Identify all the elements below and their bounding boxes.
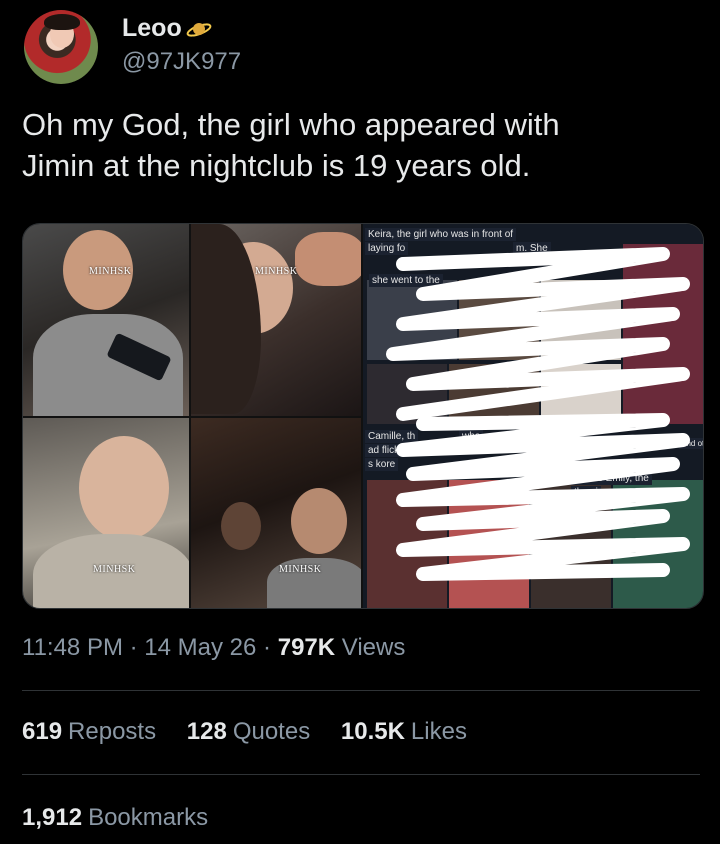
media-screenshot[interactable]: Keira, the girl who was in front of layi… (363, 224, 703, 608)
tweet-date[interactable]: 14 May 26 (144, 634, 256, 661)
author-display-name[interactable]: Leoo (122, 14, 182, 43)
tweet-media-grid[interactable]: MINHSK MINHSK MINHSK MINHSK Keira, the g… (22, 223, 704, 609)
tweet-text-line-1: Oh my God, the girl who appeared with (22, 107, 560, 142)
reposts-stat[interactable]: 619 Reposts (22, 718, 156, 745)
avatar-hair (44, 14, 80, 30)
watermark: MINHSK (255, 266, 298, 277)
author-name-row[interactable]: Leoo (122, 14, 212, 43)
meta-separator: · (263, 634, 272, 661)
media-photo-2[interactable]: MINHSK (191, 224, 361, 416)
photo-4-background-person (221, 502, 261, 550)
photo-3-face (79, 436, 169, 540)
engagement-stats-row: 619 Reposts 128 Quotes 10.5K Likes (22, 718, 491, 746)
bookmarks-label: Bookmarks (88, 804, 209, 831)
photo-4-face (291, 488, 347, 554)
media-photo-3[interactable]: MINHSK (23, 418, 189, 608)
reposts-label: Reposts (68, 718, 157, 745)
tweet-text: Oh my God, the girl who appeared with Ji… (22, 104, 702, 186)
media-photo-4[interactable]: MINHSK (191, 418, 361, 608)
bookmarks-stat[interactable]: 1,912 Bookmarks (22, 804, 208, 832)
ringed-planet-icon (186, 22, 212, 37)
watermark: MINHSK (93, 564, 136, 575)
views-label[interactable]: Views (342, 634, 406, 661)
views-count[interactable]: 797K (278, 634, 335, 661)
quotes-label: Quotes (232, 718, 311, 745)
photo-2-hand (295, 232, 361, 286)
tweet-meta-line: 11:48 PM · 14 May 26 · 797K Views (22, 634, 405, 662)
reposts-count: 619 (22, 718, 63, 745)
tweet-text-line-2: Jimin at the nightclub is 19 years old. (22, 148, 531, 183)
likes-stat[interactable]: 10.5K Likes (341, 718, 467, 745)
divider (22, 690, 700, 691)
author-handle[interactable]: @97JK977 (122, 48, 241, 76)
media-photo-1[interactable]: MINHSK (23, 224, 189, 416)
white-scribble-redaction (386, 247, 690, 581)
likes-label: Likes (410, 718, 467, 745)
divider (22, 774, 700, 775)
bookmarks-count: 1,912 (22, 804, 83, 831)
quotes-stat[interactable]: 128 Quotes (187, 718, 310, 745)
tweet-time[interactable]: 11:48 PM (22, 634, 123, 661)
meta-separator: · (129, 634, 138, 661)
author-avatar[interactable] (24, 10, 98, 84)
quotes-count: 128 (186, 718, 227, 745)
watermark: MINHSK (89, 266, 132, 277)
likes-count: 10.5K (340, 718, 405, 745)
watermark: MINHSK (279, 564, 322, 575)
